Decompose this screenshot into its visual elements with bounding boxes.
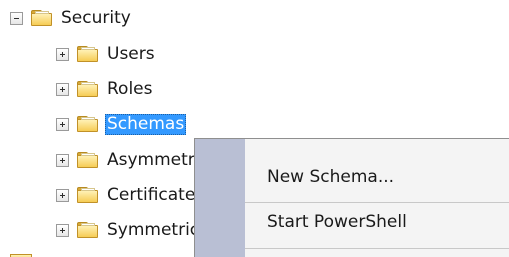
folder-icon bbox=[77, 151, 99, 169]
folder-icon bbox=[77, 221, 99, 239]
menu-separator bbox=[245, 248, 509, 249]
folder-icon bbox=[77, 115, 99, 133]
tree-node-label: Security bbox=[61, 7, 131, 28]
menu-item-start-powershell[interactable]: Start PowerShell bbox=[267, 212, 407, 232]
object-explorer-tree: Security Users Roles Schemas Asymmetric … bbox=[0, 0, 509, 257]
folder-icon bbox=[77, 186, 99, 204]
tree-node-roles[interactable]: Roles bbox=[56, 75, 155, 103]
collapse-minus-icon[interactable] bbox=[10, 11, 23, 25]
context-menu-icon-gutter bbox=[195, 139, 245, 257]
expand-plus-icon[interactable] bbox=[56, 47, 69, 61]
context-menu: New Schema... Start PowerShell bbox=[194, 138, 509, 257]
expand-plus-icon[interactable] bbox=[56, 82, 69, 96]
expand-plus-icon[interactable] bbox=[56, 188, 69, 202]
expand-plus-icon[interactable] bbox=[56, 117, 69, 131]
tree-node-label: Roles bbox=[107, 78, 153, 99]
tree-node-users[interactable]: Users bbox=[56, 40, 157, 68]
folder-icon bbox=[31, 9, 53, 27]
tree-node-schemas[interactable]: Schemas bbox=[56, 110, 187, 138]
tree-node-label-selected: Schemas bbox=[105, 113, 187, 135]
folder-icon bbox=[77, 80, 99, 98]
tree-node-label: Certificates bbox=[107, 184, 205, 205]
expand-plus-icon[interactable] bbox=[56, 153, 69, 167]
expand-plus-icon[interactable] bbox=[56, 223, 69, 237]
menu-item-new-schema[interactable]: New Schema... bbox=[267, 167, 394, 187]
tree-node-certificates[interactable]: Certificates bbox=[56, 181, 206, 209]
folder-icon bbox=[77, 45, 99, 63]
tree-node-label: Users bbox=[107, 43, 155, 64]
menu-separator bbox=[245, 202, 509, 203]
tree-node-security[interactable]: Security bbox=[10, 4, 133, 32]
